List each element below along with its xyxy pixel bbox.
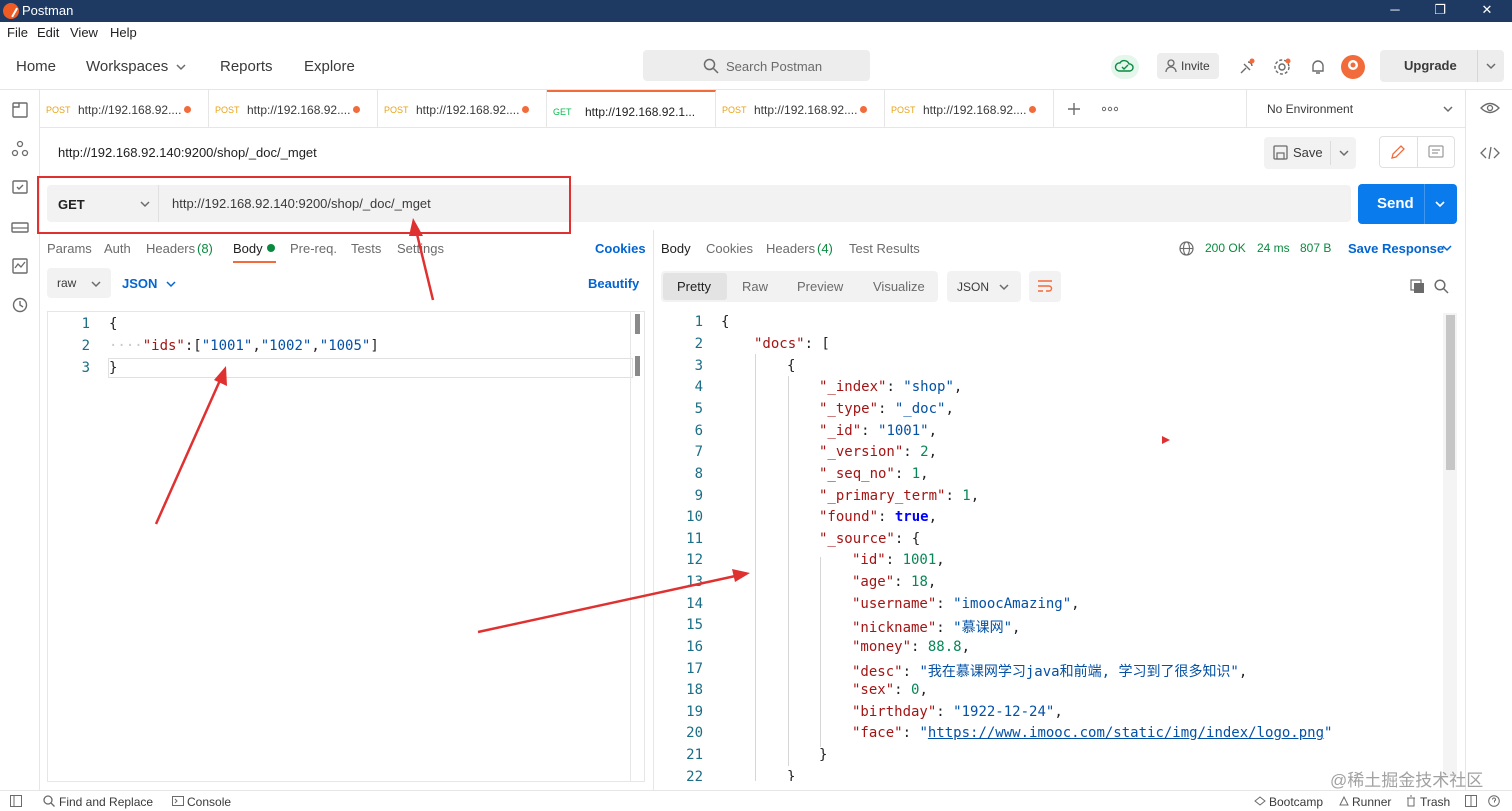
status-bar: Find and Replace Console Bootcamp Runner… <box>0 790 1512 811</box>
layout-icon[interactable] <box>1465 795 1477 807</box>
watermark-text: @稀土掘金技术社区 <box>1330 771 1484 790</box>
find-and-replace-button[interactable]: Find and Replace <box>59 795 153 809</box>
bootcamp-button[interactable]: Bootcamp <box>1269 795 1323 809</box>
search-icon <box>43 795 55 807</box>
trash-button[interactable]: Trash <box>1420 795 1450 809</box>
console-button[interactable]: Console <box>187 795 231 809</box>
help-icon[interactable] <box>1488 795 1500 807</box>
trash-icon <box>1407 795 1415 807</box>
bootcamp-icon <box>1254 796 1266 806</box>
console-icon <box>172 796 184 806</box>
toggle-sidebar-icon[interactable] <box>10 795 22 807</box>
runner-icon <box>1339 795 1349 806</box>
annotation-arrows <box>154 218 750 634</box>
runner-button[interactable]: Runner <box>1352 795 1391 809</box>
